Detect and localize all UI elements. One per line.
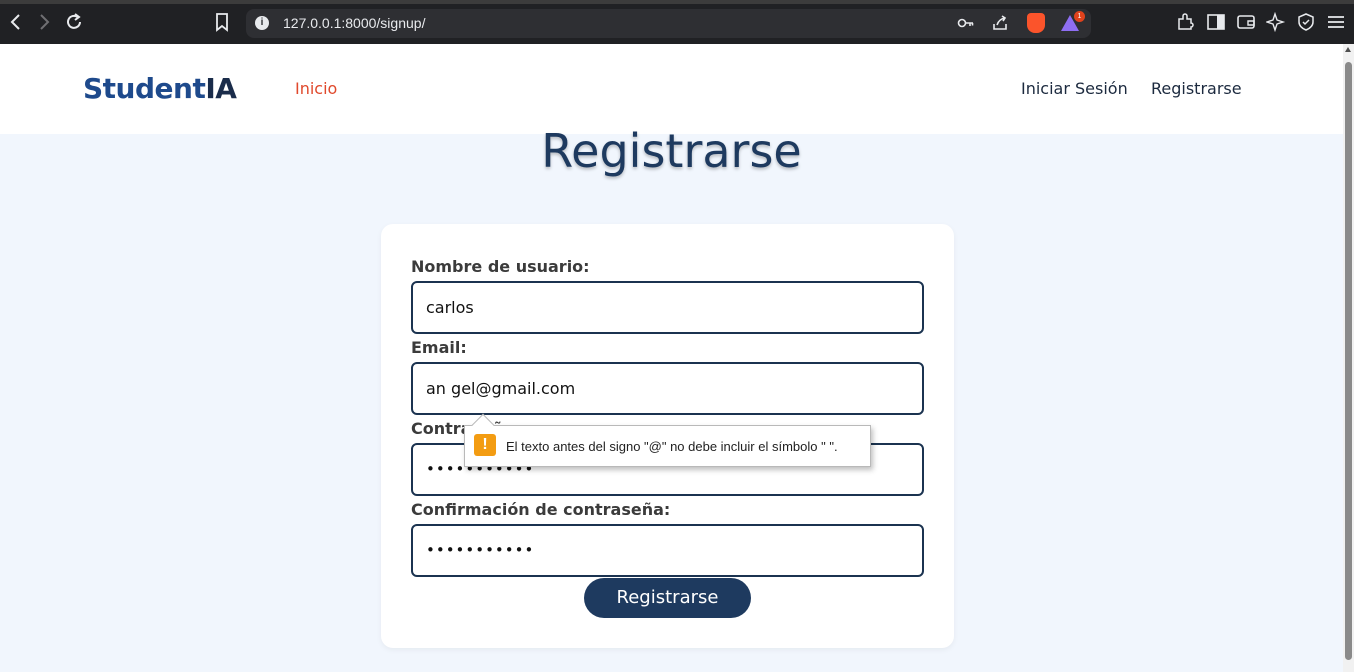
brave-shields-icon[interactable]: [1027, 13, 1045, 33]
page-title: Registrarse: [541, 124, 802, 178]
leo-ai-icon[interactable]: [1264, 11, 1286, 33]
back-icon[interactable]: [4, 10, 28, 34]
share-icon[interactable]: [990, 14, 1010, 34]
browser-toolbar: i 127.0.0.1:8000/signup/ 1: [0, 0, 1354, 44]
bookmark-icon[interactable]: [214, 12, 230, 32]
wallet-icon[interactable]: [1236, 12, 1256, 32]
nav-link-home[interactable]: Inicio: [295, 79, 337, 98]
page-scrollbar[interactable]: [1343, 44, 1354, 672]
nav-link-register[interactable]: Registrarse: [1151, 79, 1242, 98]
extensions-icon[interactable]: [1175, 12, 1195, 32]
confirm-password-label: Confirmación de contraseña:: [411, 500, 671, 519]
warning-icon: !: [474, 434, 496, 456]
validation-message: El texto antes del signo "@" no debe inc…: [506, 439, 838, 454]
key-icon[interactable]: [956, 14, 976, 34]
scroll-up-icon[interactable]: [1345, 47, 1351, 52]
menu-icon[interactable]: [1326, 12, 1346, 32]
vpn-icon[interactable]: [1296, 12, 1316, 32]
confirm-password-input[interactable]: •••••••••••: [411, 524, 924, 577]
reload-icon[interactable]: [62, 10, 86, 34]
nav-link-login[interactable]: Iniciar Sesión: [1021, 79, 1128, 98]
scroll-thumb[interactable]: [1345, 62, 1352, 660]
site-header: StudentIA Inicio Iniciar Sesión Registra…: [0, 44, 1343, 134]
address-bar[interactable]: i 127.0.0.1:8000/signup/ 1: [246, 9, 1091, 38]
sidebar-icon[interactable]: [1206, 12, 1226, 32]
username-input[interactable]: carlos: [411, 281, 924, 334]
rewards-badge: 1: [1074, 11, 1085, 22]
username-label: Nombre de usuario:: [411, 257, 590, 276]
email-label: Email:: [411, 338, 467, 357]
url-text[interactable]: 127.0.0.1:8000/signup/: [283, 15, 425, 31]
register-button[interactable]: Registrarse: [584, 578, 751, 618]
logo-part-student: Student: [83, 72, 206, 105]
site-logo[interactable]: StudentIA: [83, 72, 237, 105]
email-input[interactable]: an gel@gmail.com: [411, 362, 924, 415]
validation-tooltip: ! El texto antes del signo "@" no debe i…: [464, 413, 871, 467]
tab-strip: [0, 0, 1354, 4]
logo-part-ia: IA: [205, 72, 237, 105]
site-info-icon[interactable]: i: [255, 16, 269, 30]
forward-icon[interactable]: [32, 10, 56, 34]
